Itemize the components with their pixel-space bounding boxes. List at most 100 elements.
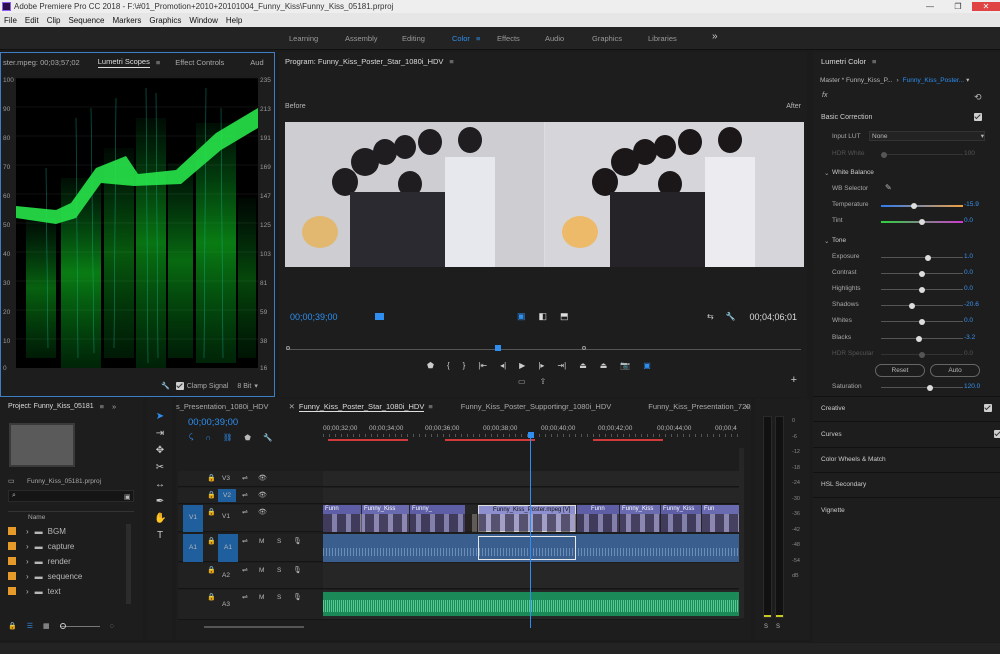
tint-value[interactable]: 0.0 bbox=[964, 217, 973, 224]
mark-out-icon[interactable]: } bbox=[463, 361, 466, 370]
zoom-slider[interactable] bbox=[59, 622, 100, 629]
video-clip[interactable]: Fun bbox=[702, 505, 739, 532]
track-lane-v1[interactable]: Funn Funny_Kiss Funny_ Funny_Kiss_Poster… bbox=[323, 505, 739, 532]
fx-icon[interactable]: fx bbox=[822, 92, 827, 99]
color-wheels-header[interactable]: Color Wheels & Match bbox=[821, 456, 886, 463]
highlights-slider[interactable] bbox=[881, 286, 963, 293]
microphone-icon[interactable]: 🎙 bbox=[293, 566, 302, 574]
whites-value[interactable]: 0.0 bbox=[964, 317, 973, 324]
exposure-value[interactable]: 1.0 bbox=[964, 253, 973, 260]
temperature-slider[interactable] bbox=[881, 202, 963, 209]
creative-checkbox[interactable] bbox=[984, 404, 993, 412]
sync-lock-icon[interactable]: ⇌ bbox=[242, 491, 248, 499]
sequence-clip-label[interactable]: Funny_Kiss_Poster... bbox=[903, 77, 964, 84]
menu-window[interactable]: Window bbox=[189, 16, 217, 25]
tab-lumetri-scopes[interactable]: Lumetri Scopes bbox=[97, 57, 150, 68]
track-lane-v3[interactable] bbox=[323, 471, 739, 487]
chevron-down-icon[interactable]: ▾ bbox=[254, 382, 258, 390]
workspace-assembly[interactable]: Assembly bbox=[345, 34, 378, 43]
mute-button[interactable]: M bbox=[259, 594, 264, 601]
track-lane-a3[interactable] bbox=[323, 590, 739, 620]
panel-menu-icon[interactable]: ≡ bbox=[100, 402, 104, 411]
slider-knob[interactable] bbox=[925, 254, 931, 261]
input-lut-select[interactable]: None ▾ bbox=[869, 131, 985, 141]
menu-file[interactable]: File bbox=[4, 16, 17, 25]
list-view-icon[interactable]: ☰ bbox=[27, 622, 33, 630]
export-icon[interactable]: ⇪ bbox=[540, 377, 547, 386]
project-scrollbar[interactable] bbox=[126, 524, 131, 604]
video-clip[interactable]: Funny_Kiss bbox=[661, 505, 701, 532]
play-icon[interactable]: ▶ bbox=[519, 361, 525, 370]
contrast-slider[interactable] bbox=[881, 270, 963, 277]
sync-lock-icon[interactable]: ⇌ bbox=[242, 474, 248, 482]
track-lane-a1[interactable] bbox=[323, 534, 739, 562]
workspace-effects[interactable]: Effects bbox=[497, 34, 520, 43]
workspace-editing[interactable]: Editing bbox=[402, 34, 425, 43]
video-clip-selected[interactable]: Funny_Kiss_Poster.mpeg [V] bbox=[478, 505, 576, 532]
project-search-input[interactable]: ⌕ bbox=[8, 490, 134, 502]
workspace-libraries[interactable]: Libraries bbox=[648, 34, 677, 43]
tab-audio[interactable]: Aud bbox=[250, 58, 263, 67]
tab-sequence[interactable]: Funny_Kiss_Poster_Supportingr_1080i_HDV bbox=[461, 402, 612, 411]
project-thumbnail[interactable] bbox=[9, 423, 75, 467]
swap-sides-icon[interactable]: ⇆ bbox=[707, 312, 714, 321]
tab-sequence[interactable]: s_Presentation_1080i_HDV bbox=[176, 402, 269, 411]
basic-correction-header[interactable]: Basic Correction bbox=[821, 114, 872, 121]
whites-slider[interactable] bbox=[881, 318, 963, 325]
list-item[interactable]: › ▬ render bbox=[8, 554, 125, 568]
menu-graphics[interactable]: Graphics bbox=[149, 16, 181, 25]
video-clip[interactable]: Funn bbox=[323, 505, 361, 532]
track-lane-a2[interactable] bbox=[323, 563, 739, 589]
solo-left-button[interactable]: S bbox=[764, 624, 768, 630]
wrench-icon[interactable]: 🔧 bbox=[161, 382, 170, 390]
fit-icon[interactable] bbox=[375, 313, 384, 320]
bit-depth-select[interactable]: 8 Bit bbox=[237, 383, 251, 390]
program-title[interactable]: Program: Funny_Kiss_Poster_Star_1080i_HD… bbox=[285, 57, 443, 66]
timeline-timecode[interactable]: 00;00;39;00 bbox=[188, 417, 238, 428]
workspace-learning[interactable]: Learning bbox=[289, 34, 318, 43]
solo-button[interactable]: S bbox=[277, 538, 281, 545]
button-editor-icon[interactable]: + bbox=[791, 374, 797, 386]
timeline-playhead-handle[interactable] bbox=[528, 432, 534, 438]
chevron-down-icon[interactable]: ⌄ bbox=[824, 169, 829, 177]
source-patch[interactable]: V1 bbox=[183, 505, 203, 532]
menu-markers[interactable]: Markers bbox=[113, 16, 142, 25]
basic-correction-checkbox[interactable] bbox=[974, 113, 982, 121]
video-clip[interactable]: Funny_ bbox=[410, 505, 465, 532]
close-button[interactable]: ✕ bbox=[972, 2, 1000, 11]
chevron-right-icon[interactable]: › bbox=[26, 572, 29, 581]
program-timecode[interactable]: 00;00;39;00 bbox=[290, 312, 338, 322]
step-forward-icon[interactable]: |▸ bbox=[538, 361, 544, 370]
blacks-slider[interactable] bbox=[881, 335, 963, 342]
lumetri-title[interactable]: Lumetri Color bbox=[821, 57, 866, 66]
sync-lock-icon[interactable]: ⇌ bbox=[242, 566, 248, 574]
side-by-side-icon[interactable]: ▣ bbox=[517, 311, 526, 322]
menu-help[interactable]: Help bbox=[226, 16, 242, 25]
curves-checkbox[interactable] bbox=[994, 430, 1000, 438]
sync-lock-icon[interactable]: ⇌ bbox=[242, 537, 248, 545]
slider-knob[interactable] bbox=[927, 384, 933, 391]
exposure-slider[interactable] bbox=[881, 254, 963, 261]
slider-knob[interactable] bbox=[919, 270, 925, 277]
snap-icon[interactable]: ∩ bbox=[206, 433, 211, 442]
chevron-right-icon[interactable]: › bbox=[26, 527, 29, 536]
panel-menu-icon[interactable]: ≡ bbox=[428, 402, 432, 411]
slider-knob[interactable] bbox=[911, 202, 917, 209]
new-bin-icon[interactable]: ▣ bbox=[124, 493, 131, 501]
chevron-right-icon[interactable]: › bbox=[26, 542, 29, 551]
lock-icon[interactable]: 🔒 bbox=[207, 593, 216, 601]
wrench-icon[interactable]: 🔧 bbox=[263, 433, 272, 442]
icon-view-icon[interactable]: ▦ bbox=[43, 622, 50, 630]
go-to-out-icon[interactable]: ⇥| bbox=[557, 361, 566, 370]
track-select-tool-icon[interactable]: ⇥ bbox=[154, 425, 166, 442]
curves-header[interactable]: Curves bbox=[821, 431, 842, 438]
tab-effect-controls[interactable]: Effect Controls bbox=[175, 58, 224, 67]
nest-icon[interactable]: ⤹ bbox=[189, 432, 194, 442]
master-clip-label[interactable]: Master * Funny_Kiss_P... bbox=[820, 77, 893, 84]
panel-overflow-icon[interactable]: » bbox=[745, 402, 749, 411]
chevron-down-icon[interactable]: ▾ bbox=[966, 76, 969, 84]
workspace-overflow-icon[interactable]: » bbox=[712, 31, 718, 42]
slider-knob[interactable] bbox=[919, 218, 925, 225]
horizontal-split-icon[interactable]: ⬒ bbox=[560, 311, 569, 322]
lock-icon[interactable]: 🔒 bbox=[207, 537, 216, 545]
